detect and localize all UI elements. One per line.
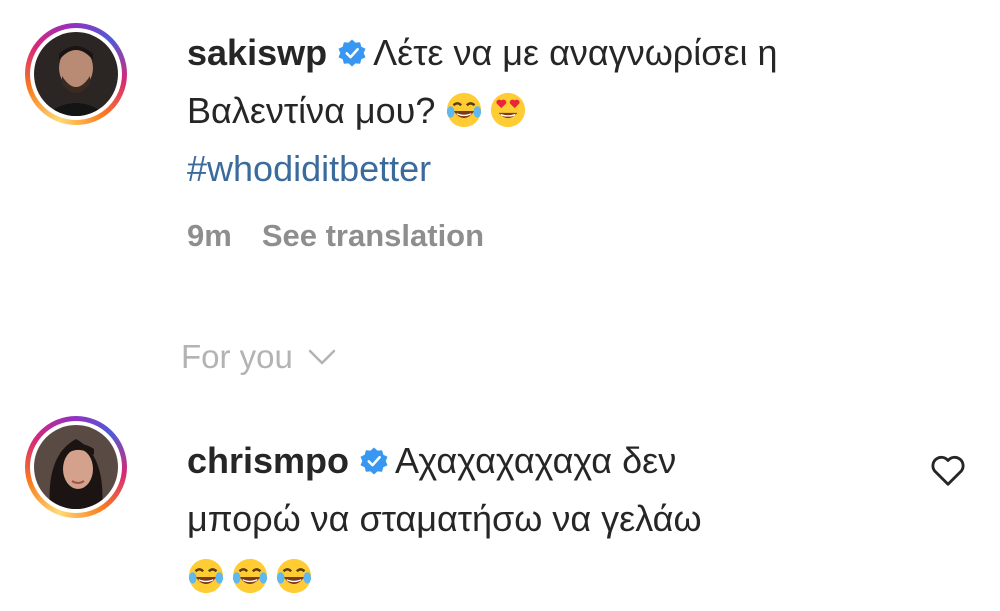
comment-text-line2: μπορώ να σταματήσω να γελάω: [187, 498, 702, 539]
see-translation-button[interactable]: See translation: [262, 218, 484, 253]
avatar-sakiswp[interactable]: [25, 23, 127, 125]
avatar-ring: [30, 421, 122, 513]
comment-username[interactable]: sakiswp: [187, 32, 327, 73]
comment-body-2: chrismpo Αχαχαχαχαχα δεν μπορώ να σταματή…: [187, 432, 702, 606]
like-heart-icon[interactable]: [929, 452, 967, 490]
for-you-filter[interactable]: For you: [181, 338, 337, 376]
tears-of-joy-emoji-icon: [232, 558, 268, 594]
for-you-label: For you: [181, 338, 293, 375]
avatar-ring: [30, 28, 122, 120]
verified-badge-icon: [338, 39, 366, 67]
comment-text-line2: Βαλεντίνα μου?: [187, 90, 436, 131]
heart-eyes-emoji-icon: [491, 92, 526, 128]
comment-text-line1: Λέτε να με αναγνωρίσει η: [373, 32, 778, 73]
tears-of-joy-emoji-icon: [447, 92, 482, 128]
comment-username[interactable]: chrismpo: [187, 440, 349, 481]
avatar-photo: [34, 425, 118, 509]
comment-body-1: sakiswp Λέτε να με αναγνωρίσει η Βαλεντίν…: [187, 24, 778, 198]
woman-portrait-icon: [34, 425, 118, 509]
chevron-down-icon: [308, 349, 336, 365]
tears-of-joy-emoji-icon: [276, 558, 312, 594]
man-portrait-icon: [34, 32, 118, 116]
comment-meta-row: 9m See translation: [187, 218, 514, 254]
avatar-chrismpo[interactable]: [25, 416, 127, 518]
verified-badge-icon: [360, 447, 388, 475]
hashtag-link[interactable]: #whodiditbetter: [187, 148, 431, 189]
comment-timestamp: 9m: [187, 218, 232, 253]
tears-of-joy-emoji-icon: [188, 558, 224, 594]
comment-text-line1: Αχαχαχαχαχα δεν: [395, 440, 677, 481]
avatar-photo: [34, 32, 118, 116]
